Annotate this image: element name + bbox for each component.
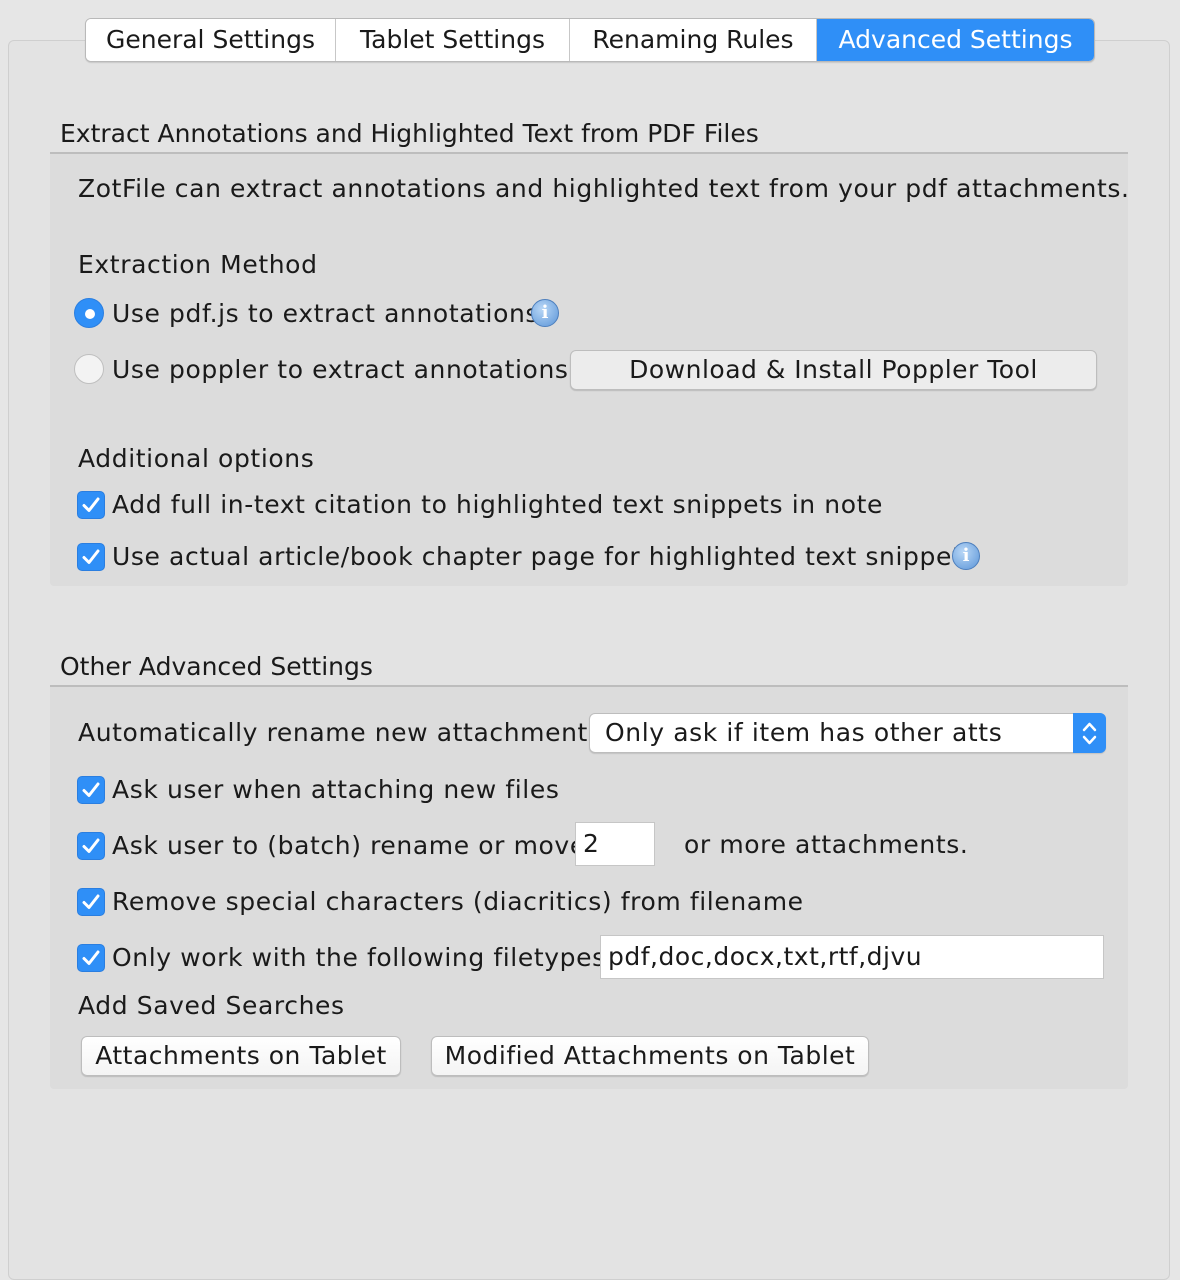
extraction-method-label: Extraction Method [78, 250, 318, 279]
checkmark-icon [82, 950, 100, 965]
radio-poppler[interactable] [74, 354, 104, 384]
tab-general-settings[interactable]: General Settings [86, 19, 336, 61]
other-group-title: Other Advanced Settings [60, 652, 373, 681]
filetypes-field[interactable]: pdf,doc,docx,txt,rtf,djvu [600, 935, 1104, 979]
checkbox-ask-batch[interactable] [77, 832, 105, 860]
radio-poppler-label[interactable]: Use poppler to extract annotations [112, 355, 569, 385]
tab-renaming-rules[interactable]: Renaming Rules [570, 19, 817, 61]
extraction-description: ZotFile can extract annotations and high… [78, 174, 1130, 203]
rename-new-select[interactable]: Only ask if item has other atts [589, 713, 1106, 753]
checkbox-ask-attach-label[interactable]: Ask user when attaching new files [112, 775, 559, 805]
tab-advanced-settings[interactable]: Advanced Settings [817, 19, 1094, 61]
checkbox-ask-attach[interactable] [77, 776, 105, 804]
checkbox-citation-label[interactable]: Add full in-text citation to highlighted… [112, 490, 883, 520]
checkbox-ask-batch-label[interactable]: Ask user to (batch) rename or move [112, 831, 586, 861]
radio-pdfjs[interactable] [74, 298, 104, 328]
info-icon[interactable]: i [531, 299, 559, 327]
info-icon[interactable]: i [952, 542, 980, 570]
tab-tablet-settings[interactable]: Tablet Settings [336, 19, 570, 61]
checkbox-actual-page[interactable] [77, 543, 105, 571]
checkmark-icon [82, 838, 100, 853]
additional-options-label: Additional options [78, 444, 315, 473]
checkmark-icon [82, 549, 100, 564]
checkmark-icon [82, 497, 100, 512]
checkbox-filetypes[interactable] [77, 944, 105, 972]
rename-new-label: Automatically rename new attachments [78, 718, 602, 747]
saved-searches-label: Add Saved Searches [78, 991, 345, 1020]
checkbox-actual-page-label[interactable]: Use actual article/book chapter page for… [112, 542, 976, 572]
up-down-arrows-icon [1073, 713, 1106, 753]
download-poppler-button[interactable]: Download & Install Poppler Tool [570, 350, 1097, 390]
radio-pdfjs-label[interactable]: Use pdf.js to extract annotations [112, 299, 539, 329]
checkbox-remove-special[interactable] [77, 888, 105, 916]
checkmark-icon [82, 894, 100, 909]
checkbox-citation[interactable] [77, 491, 105, 519]
checkmark-icon [82, 782, 100, 797]
extraction-group-title: Extract Annotations and Highlighted Text… [60, 119, 759, 148]
checkbox-remove-special-label[interactable]: Remove special characters (diacritics) f… [112, 887, 804, 917]
attachments-on-tablet-button[interactable]: Attachments on Tablet [81, 1036, 401, 1076]
rename-new-select-value: Only ask if item has other atts [605, 718, 1003, 747]
checkbox-filetypes-label[interactable]: Only work with the following filetypes [112, 943, 606, 973]
batch-count-field[interactable]: 2 [575, 822, 655, 866]
modified-attachments-button[interactable]: Modified Attachments on Tablet [431, 1036, 869, 1076]
tab-bar: General Settings Tablet Settings Renamin… [85, 18, 1095, 62]
batch-count-suffix: or more attachments. [684, 830, 969, 859]
